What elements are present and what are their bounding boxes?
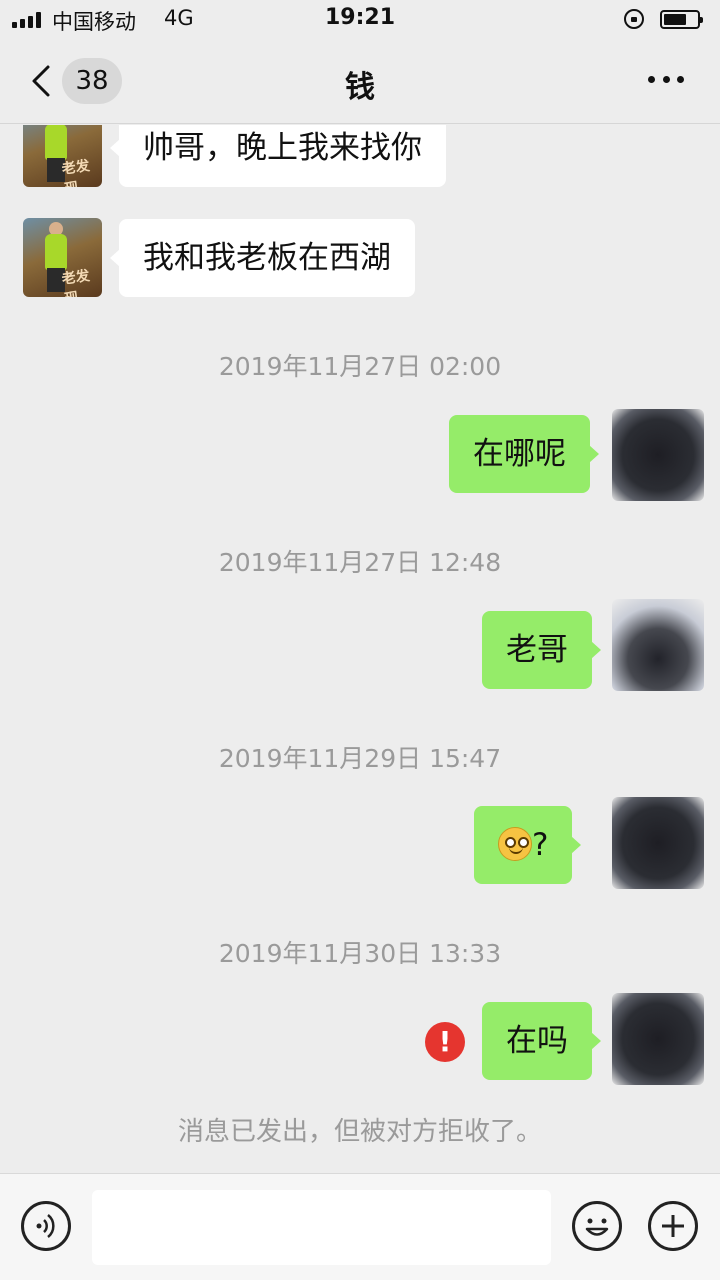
message-list[interactable]: 老发现 帅哥，晚上我来找你 老发现 我和我老板在西湖 2019年11月27日 0… <box>0 125 720 1173</box>
plus-icon <box>662 1215 684 1237</box>
battery-icon <box>660 10 703 29</box>
message-rejected-notice: 消息已发出，但被对方拒收了。 <box>177 1117 542 1147</box>
received-message-bubble[interactable]: 我和我老板在西湖 <box>110 219 415 297</box>
more-options-icon[interactable] <box>648 76 684 86</box>
status-time: 19:21 <box>324 5 396 30</box>
chat-input-bar <box>0 1173 720 1280</box>
received-message-bubble[interactable]: 帅哥，晚上我来找你 <box>110 125 446 187</box>
chat-title: 钱 <box>345 70 375 105</box>
sent-message-bubble[interactable]: 在哪呢 <box>449 415 599 493</box>
message-timestamp: 2019年11月27日 12:48 <box>218 548 502 577</box>
contact-avatar[interactable]: 老发现 <box>23 125 102 187</box>
my-avatar[interactable] <box>612 797 704 889</box>
contact-avatar[interactable]: 老发现 <box>23 218 102 297</box>
voice-input-button[interactable] <box>21 1201 71 1251</box>
my-avatar[interactable] <box>612 993 704 1085</box>
voice-icon <box>36 1214 55 1238</box>
message-text: ? <box>532 827 549 863</box>
smiley-icon <box>585 1218 609 1236</box>
more-functions-button[interactable] <box>648 1201 698 1251</box>
sent-message-bubble[interactable]: 老哥 <box>482 611 601 689</box>
message-input[interactable] <box>92 1190 551 1265</box>
chat-header: 38 钱 <box>0 40 720 124</box>
avatar-watermark: 老发现 <box>60 267 91 297</box>
status-bar: 中国移动 4G 19:21 <box>0 0 720 40</box>
message-timestamp: 2019年11月29日 15:47 <box>218 744 502 773</box>
sent-message-bubble[interactable]: 在吗 <box>482 1002 601 1080</box>
sent-message-bubble[interactable]: ? <box>474 806 582 884</box>
message-timestamp: 2019年11月27日 02:00 <box>218 352 502 381</box>
send-failed-icon[interactable]: ! <box>425 1022 465 1062</box>
my-avatar[interactable] <box>612 409 704 501</box>
message-timestamp: 2019年11月30日 13:33 <box>218 939 502 968</box>
rotation-lock-icon <box>624 9 644 29</box>
emoji-button[interactable] <box>572 1201 622 1251</box>
smile-emoji-icon <box>498 826 532 861</box>
avatar-watermark: 老发现 <box>60 157 91 187</box>
my-avatar[interactable] <box>612 599 704 691</box>
